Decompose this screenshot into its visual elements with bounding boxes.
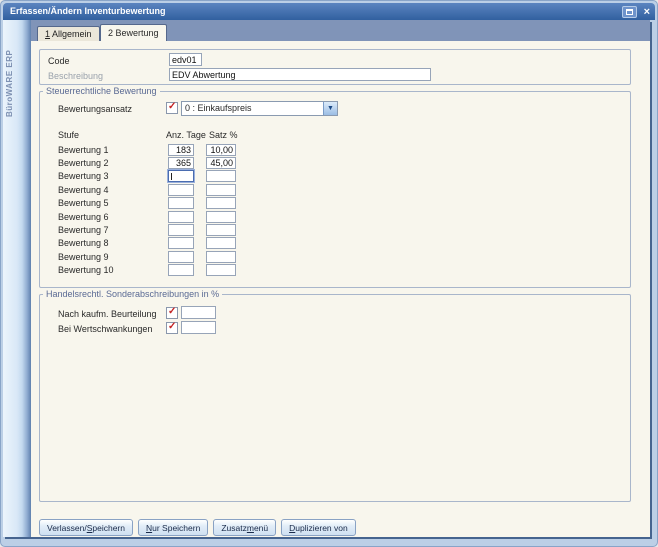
anz-tage-input[interactable]: [168, 251, 194, 263]
table-row: Bewertung 5: [58, 197, 620, 210]
table-row: Bewertung 6: [58, 210, 620, 223]
anz-tage-input[interactable]: [168, 264, 194, 276]
code-label: Code: [48, 56, 70, 66]
row-label: Bewertung 10: [58, 265, 168, 275]
row-label: Bewertung 1: [58, 145, 168, 155]
row-label: Bewertung 6: [58, 212, 168, 222]
table-row: Bewertung 3: [58, 170, 620, 183]
selected-option: 0 : Einkaufspreis: [185, 102, 252, 115]
app-window: Erfassen/Ändern Inventurbewertung × Büro…: [0, 0, 658, 547]
group-title: Handelsrechtl. Sonderabschreibungen in %: [43, 289, 222, 299]
commercial-depreciation-group: Handelsrechtl. Sonderabschreibungen in %…: [39, 294, 631, 502]
table-row: Bewertung 4: [58, 183, 620, 196]
verlassen-speichern-button[interactable]: Verlassen/Speichern: [39, 519, 133, 536]
button-label-part: ur Speichern: [152, 523, 200, 533]
zusatzmenu-button[interactable]: Zusatzmenü: [213, 519, 276, 536]
window-controls: ×: [622, 5, 650, 18]
satz-input[interactable]: [206, 144, 236, 156]
anz-tage-input[interactable]: [168, 211, 194, 223]
check-icon: ✓: [168, 306, 176, 318]
row-label: Bewertung 2: [58, 158, 168, 168]
duplizieren-von-button[interactable]: Duplizieren von: [281, 519, 356, 536]
col-header-stufe: Stufe: [58, 130, 79, 140]
content-pane: Code Beschreibung Steuerrechtliche Bewer…: [31, 41, 650, 537]
dropdown-arrow-icon[interactable]: ▼: [323, 102, 337, 115]
anz-tage-input[interactable]: [168, 197, 194, 209]
sidebar: BüroWARE ERP: [3, 20, 31, 537]
button-label-part: uplizieren von: [295, 523, 347, 533]
satz-input[interactable]: [206, 237, 236, 249]
wertschwankungen-input[interactable]: [181, 321, 216, 334]
app-area: BüroWARE ERP 1 Allgemein 2 Bewertung Cod…: [3, 20, 650, 537]
kaufm-beurteilung-checkbox[interactable]: ✓: [166, 307, 178, 319]
table-row: Bewertung 10: [58, 264, 620, 277]
satz-input[interactable]: [206, 224, 236, 236]
maximize-button[interactable]: [622, 6, 637, 18]
satz-input[interactable]: [206, 251, 236, 263]
anz-tage-input[interactable]: [168, 184, 194, 196]
button-label-accel: m: [247, 523, 254, 533]
code-input[interactable]: [169, 53, 202, 66]
tab-strip: 1 Allgemein 2 Bewertung: [31, 20, 650, 41]
button-label-part: Zusatz: [221, 523, 247, 533]
table-row: Bewertung 7: [58, 223, 620, 236]
table-row: Bewertung 8: [58, 237, 620, 250]
anz-tage-input[interactable]: [168, 224, 194, 236]
wertschwankungen-label: Bei Wertschwankungen: [58, 324, 152, 334]
beschreibung-label: Beschreibung: [48, 71, 103, 81]
check-icon: ✓: [168, 321, 176, 333]
tab-label: 2 Bewertung: [108, 28, 159, 38]
nur-speichern-button[interactable]: Nur Speichern: [138, 519, 208, 536]
anz-tage-input[interactable]: [168, 157, 194, 169]
row-label: Bewertung 3: [58, 171, 168, 181]
row-label: Bewertung 5: [58, 198, 168, 208]
button-label-part: enü: [254, 523, 268, 533]
valuation-table: Bewertung 1 Bewertung 2 Bewertung 3: [58, 143, 620, 277]
bewertungsansatz-checkbox[interactable]: ✓: [166, 102, 178, 114]
row-label: Bewertung 7: [58, 225, 168, 235]
col-header-satz: Satz %: [209, 130, 238, 140]
tab-allgemein[interactable]: 1 Allgemein: [37, 26, 100, 41]
beschreibung-input[interactable]: [169, 68, 431, 81]
row-label: Bewertung 9: [58, 252, 168, 262]
satz-input[interactable]: [206, 264, 236, 276]
wertschwankungen-checkbox[interactable]: ✓: [166, 322, 178, 334]
tab-bewertung[interactable]: 2 Bewertung: [100, 24, 167, 41]
close-icon: ×: [644, 6, 650, 18]
col-header-anz-tage: Anz. Tage: [166, 130, 206, 140]
satz-input[interactable]: [206, 157, 236, 169]
check-icon: ✓: [168, 101, 176, 113]
kaufm-beurteilung-label: Nach kaufm. Beurteilung: [58, 309, 157, 319]
bewertungsansatz-label: Bewertungsansatz: [58, 104, 132, 114]
tab-label: Allgemein: [50, 29, 92, 39]
button-label-part: peichern: [92, 523, 125, 533]
group-title: Steuerrechtliche Bewertung: [43, 86, 160, 96]
maximize-icon: [626, 9, 633, 15]
titlebar: Erfassen/Ändern Inventurbewertung ×: [3, 3, 655, 20]
bewertungsansatz-select[interactable]: 0 : Einkaufspreis ▼: [181, 101, 338, 116]
anz-tage-input[interactable]: [168, 237, 194, 249]
button-label-part: Verlassen/: [47, 523, 87, 533]
table-row: Bewertung 2: [58, 156, 620, 169]
footer-button-bar: Verlassen/Speichern Nur Speichern Zusatz…: [39, 519, 356, 536]
satz-input[interactable]: [206, 184, 236, 196]
close-button[interactable]: ×: [644, 6, 650, 18]
satz-input[interactable]: [206, 211, 236, 223]
brand-label: BüroWARE ERP: [5, 50, 14, 117]
row-label: Bewertung 4: [58, 185, 168, 195]
table-row: Bewertung 1: [58, 143, 620, 156]
anz-tage-input[interactable]: [168, 144, 194, 156]
window-title: Erfassen/Ändern Inventurbewertung: [10, 6, 166, 16]
anz-tage-input-focused[interactable]: [168, 170, 194, 182]
tax-valuation-group: Steuerrechtliche Bewertung Bewertungsans…: [39, 91, 631, 288]
satz-input[interactable]: [206, 197, 236, 209]
table-row: Bewertung 9: [58, 250, 620, 263]
satz-input[interactable]: [206, 170, 236, 182]
row-label: Bewertung 8: [58, 238, 168, 248]
header-group: Code Beschreibung: [39, 49, 631, 85]
kaufm-beurteilung-input[interactable]: [181, 306, 216, 319]
